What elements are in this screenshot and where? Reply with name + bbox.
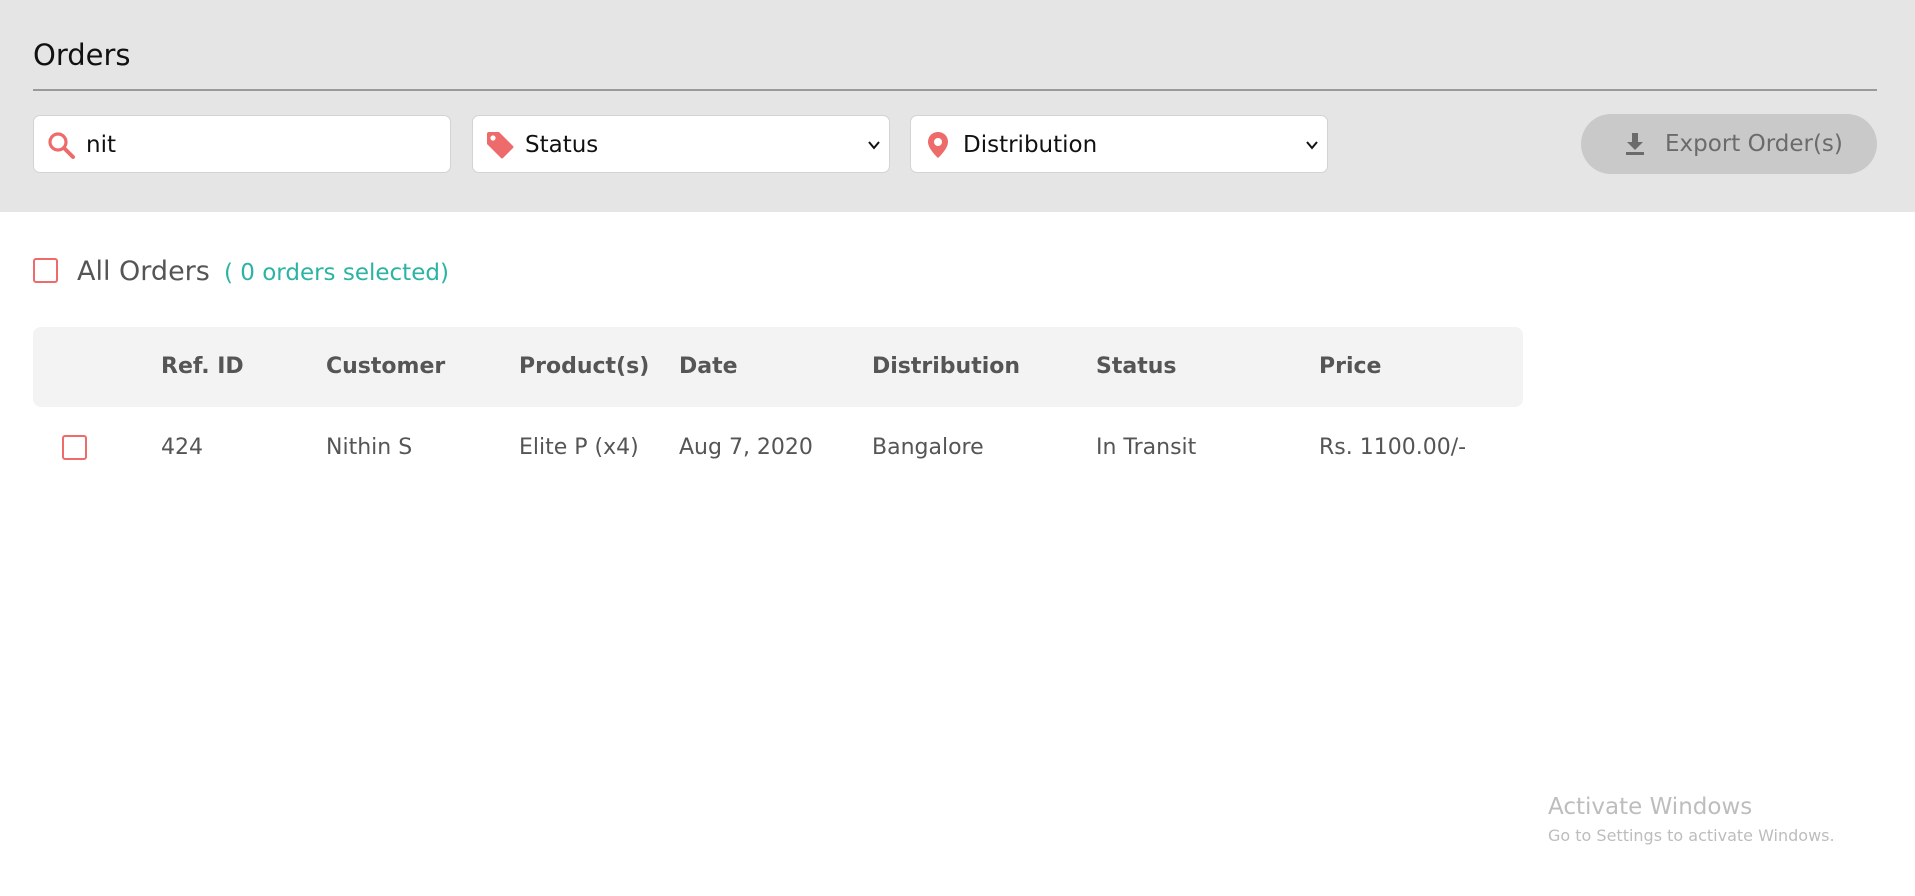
row-checkbox[interactable] xyxy=(62,435,87,460)
column-header-date: Date xyxy=(679,354,738,379)
title-divider xyxy=(33,89,1877,91)
column-header-distribution: Distribution xyxy=(872,354,1021,379)
table-row[interactable]: 424 Nithin S Elite P (x4) Aug 7, 2020 Ba… xyxy=(33,420,1523,475)
cell-status: In Transit xyxy=(1096,435,1197,460)
cell-date: Aug 7, 2020 xyxy=(679,435,813,460)
distribution-select-label: Distribution xyxy=(963,132,1098,158)
column-header-status: Status xyxy=(1096,354,1177,379)
download-icon xyxy=(1626,133,1644,155)
column-header-price: Price xyxy=(1319,354,1382,379)
tag-icon xyxy=(487,132,514,159)
column-header-ref-id: Ref. ID xyxy=(161,354,244,379)
cell-products: Elite P (x4) xyxy=(519,435,639,460)
cell-customer: Nithin S xyxy=(326,435,413,460)
search-field[interactable] xyxy=(33,115,451,173)
filter-header: Orders Status Distribution xyxy=(0,0,1915,212)
table-header: Ref. ID Customer Product(s) Date Distrib… xyxy=(33,327,1523,407)
chevron-down-icon xyxy=(1306,141,1318,150)
watermark-title: Activate Windows xyxy=(1548,794,1753,820)
export-orders-button[interactable]: Export Order(s) xyxy=(1581,114,1877,174)
status-select[interactable]: Status xyxy=(472,115,890,173)
distribution-select[interactable]: Distribution xyxy=(910,115,1328,173)
selected-count: ( 0 orders selected) xyxy=(224,260,449,286)
cell-ref-id: 424 xyxy=(161,435,203,460)
chevron-down-icon xyxy=(868,141,880,150)
export-button-label: Export Order(s) xyxy=(1665,131,1843,157)
search-icon xyxy=(48,132,75,159)
page-title: Orders xyxy=(33,38,131,72)
watermark-subtitle: Go to Settings to activate Windows. xyxy=(1548,826,1835,845)
select-all-checkbox[interactable] xyxy=(33,258,58,283)
status-select-label: Status xyxy=(525,132,599,158)
column-header-products: Product(s) xyxy=(519,354,650,379)
all-orders-label: All Orders xyxy=(77,256,210,287)
location-pin-icon xyxy=(928,132,948,158)
cell-price: Rs. 1100.00/- xyxy=(1319,435,1467,460)
cell-distribution: Bangalore xyxy=(872,435,984,460)
search-input[interactable] xyxy=(86,126,436,164)
windows-activation-watermark: Activate Windows Go to Settings to activ… xyxy=(1548,792,1835,848)
column-header-customer: Customer xyxy=(326,354,446,379)
